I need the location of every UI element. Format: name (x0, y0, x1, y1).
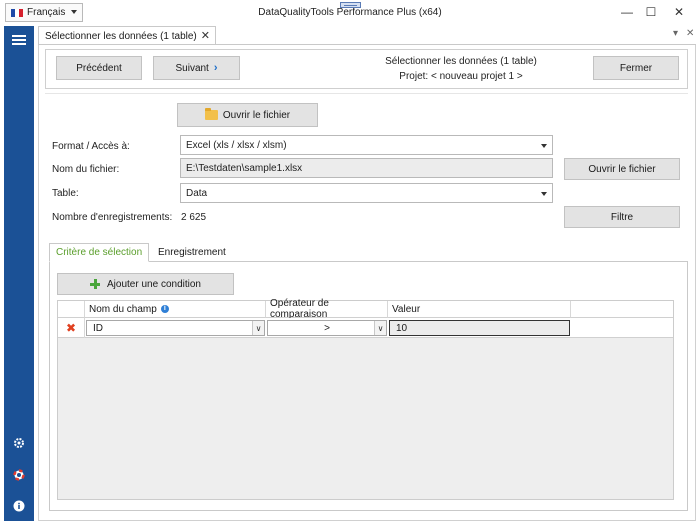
column-header-field[interactable]: Nom du champ i (85, 301, 266, 318)
delete-row-button[interactable]: ✖ (58, 318, 85, 338)
lifebuoy-icon[interactable] (11, 467, 27, 483)
add-condition-label: Ajouter une condition (107, 278, 201, 290)
subtab-divider (148, 261, 688, 262)
field-value: ID (93, 322, 103, 334)
operator-value: > (324, 322, 330, 334)
operator-combo[interactable]: > ∨ (267, 320, 387, 336)
column-header-value[interactable]: Valeur (388, 301, 571, 318)
table-value: Data (186, 187, 208, 199)
close-window-button[interactable]: ✕ (669, 4, 689, 20)
filename-field[interactable]: E:\Testdaten\sample1.xlsx (180, 158, 553, 178)
chevron-right-icon: › (213, 62, 218, 74)
format-value: Excel (xls / xlsx / xlsm) (186, 139, 287, 151)
title-bar: Français DataQualityTools Performance Pl… (0, 0, 700, 26)
filename-label: Nom du fichier: (52, 164, 120, 175)
window-title: DataQualityTools Performance Plus (x64) (258, 7, 442, 18)
value-text: 10 (396, 322, 408, 334)
chevron-down-icon[interactable]: ∨ (252, 321, 264, 335)
previous-button[interactable]: Précédent (56, 56, 142, 80)
chevron-down-icon (541, 144, 547, 148)
grid-header-filler (571, 301, 673, 318)
records-label: Nombre d'enregistrements: (52, 212, 173, 223)
maximize-button[interactable]: ☐ (641, 4, 661, 20)
format-label: Format / Accès à: (52, 141, 130, 152)
folder-icon (204, 108, 218, 120)
close-all-tabs-button[interactable]: ✕ (686, 28, 694, 39)
project-name: Projet: < nouveau projet 1 > (399, 71, 523, 82)
tab-selection-criteria[interactable]: Critère de sélection (49, 243, 150, 262)
filename-value: E:\Testdaten\sample1.xlsx (186, 162, 303, 174)
divider (45, 93, 688, 94)
info-icon[interactable]: i (160, 305, 169, 313)
delete-icon: ✖ (65, 321, 77, 335)
open-file-label: Ouvrir le fichier (222, 109, 291, 121)
field-combo[interactable]: ID ∨ (86, 320, 265, 336)
table-label: Table: (52, 188, 79, 199)
add-condition-button[interactable]: Ajouter une condition (57, 273, 234, 295)
minimize-button[interactable]: — (617, 4, 637, 20)
grid-header-blank (58, 301, 85, 318)
next-button[interactable]: Suivant › (153, 56, 240, 80)
value-field[interactable]: 10 (389, 320, 570, 336)
criteria-grid: Nom du champ i Opérateur de comparaison … (57, 298, 674, 500)
tab-list-dropdown[interactable]: ▾ (673, 28, 678, 39)
tab-save[interactable]: Enregistrement (152, 243, 232, 262)
hamburger-icon[interactable] (12, 35, 26, 45)
filter-button[interactable]: Filtre (564, 206, 680, 228)
table-row: ✖ ID ∨ > ∨ 10 (58, 318, 673, 338)
close-icon[interactable]: ✕ (201, 29, 210, 42)
close-button[interactable]: Fermer (593, 56, 679, 80)
gear-icon[interactable] (11, 435, 27, 451)
table-select[interactable]: Data (180, 183, 553, 203)
chevron-down-icon[interactable]: ∨ (374, 321, 386, 335)
records-count: 2 625 (181, 212, 207, 223)
column-header-operator[interactable]: Opérateur de comparaison (266, 298, 388, 320)
plus-icon (90, 279, 101, 289)
info-icon[interactable] (11, 498, 27, 514)
open-file-button[interactable]: Ouvrir le fichier (564, 158, 680, 180)
wizard-title: Sélectionner les données (1 table) (385, 56, 537, 67)
tab-select-data[interactable]: Sélectionner les données (1 table) ✕ (38, 26, 216, 45)
format-select[interactable]: Excel (xls / xlsx / xlsm) (180, 135, 553, 155)
open-file-button-top[interactable]: Ouvrir le fichier (177, 103, 318, 127)
next-button-label: Suivant (175, 62, 209, 74)
chevron-down-icon (541, 192, 547, 196)
column-field-label: Nom du champ (89, 303, 157, 315)
wizard-navigation: Précédent Suivant › Sélectionner les don… (45, 49, 688, 89)
left-sidebar (4, 26, 34, 521)
drag-handle[interactable] (340, 2, 361, 8)
tab-label: Sélectionner les données (1 table) (45, 30, 197, 42)
